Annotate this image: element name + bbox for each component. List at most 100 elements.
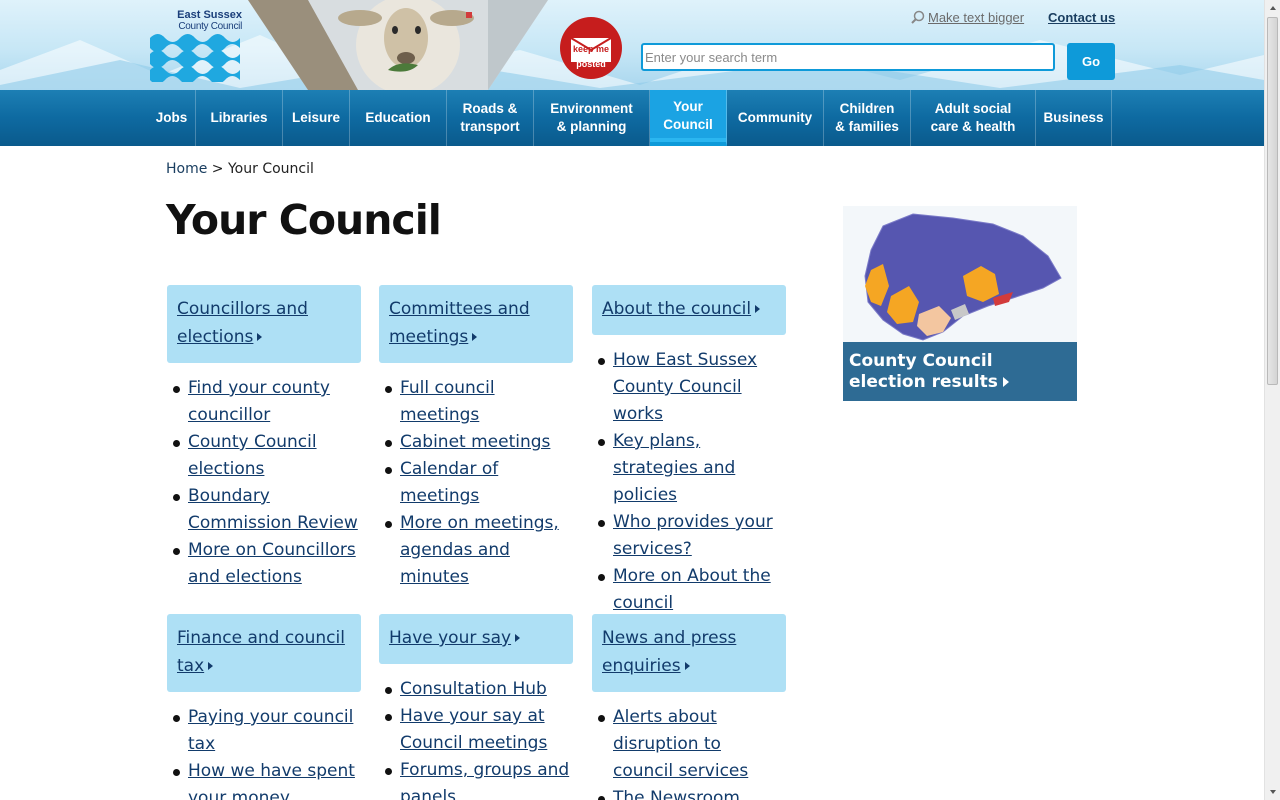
scrollbar-thumb[interactable] — [1267, 17, 1278, 385]
election-results-promo[interactable]: County Council election results — [843, 206, 1077, 401]
topic-link[interactable]: County Council elections — [188, 432, 317, 479]
scroll-up-button[interactable] — [1266, 0, 1280, 16]
topic-card: Have your say Consultation Hub Have your s… — [379, 614, 573, 800]
nav-items: Jobs Libraries Leisure Education Roads & tra… — [148, 90, 1112, 146]
search-go-button[interactable]: Go — [1067, 43, 1115, 80]
topic-card-title[interactable]: Have your say — [389, 628, 511, 648]
topic-link[interactable]: More on Councillors and elections — [188, 540, 356, 587]
breadcrumb: Home > Your Council — [166, 161, 314, 177]
breadcrumb-separator: > — [211, 161, 224, 177]
list-item: Forums, groups and panels — [379, 757, 573, 800]
nav-item[interactable]: Business — [1036, 90, 1112, 146]
topic-link[interactable]: How East Sussex County Council works — [613, 350, 757, 424]
breadcrumb-home-link[interactable]: Home — [166, 161, 207, 177]
topic-link[interactable]: Boundary Commission Review — [188, 486, 358, 533]
arrow-right-icon — [515, 634, 521, 642]
magnifier-icon — [911, 10, 925, 24]
logo-line-1: East Sussex — [177, 9, 242, 21]
topic-link-list: Full council meetings Cabinet meetings Cal… — [379, 375, 573, 591]
list-item: More on Councillors and elections — [167, 537, 361, 591]
list-item: Calendar of meetings — [379, 456, 573, 510]
topic-link[interactable]: Calendar of meetings — [400, 459, 498, 506]
list-item: Boundary Commission Review — [167, 483, 361, 537]
topic-link[interactable]: Who provides your services? — [613, 512, 773, 559]
topic-link[interactable]: Cabinet meetings — [400, 432, 550, 452]
arrow-down-icon — [1270, 790, 1276, 794]
vertical-scrollbar[interactable] — [1264, 0, 1280, 800]
topic-card: Councillors and elections Find your count… — [167, 285, 361, 591]
topic-link[interactable]: How we have spent your money — [188, 761, 355, 800]
badge-text-1: keep me — [573, 44, 609, 54]
topic-link[interactable]: Consultation Hub — [400, 679, 547, 699]
topic-card-heading[interactable]: Have your say — [379, 614, 573, 664]
topic-link[interactable]: Forums, groups and panels — [400, 760, 569, 800]
topic-card-title[interactable]: Councillors and elections — [177, 299, 308, 347]
topic-link[interactable]: The Newsroom — [613, 788, 740, 800]
nav-item[interactable]: Leisure — [283, 90, 350, 146]
nav-item[interactable]: Adult social care & health — [911, 90, 1036, 146]
election-results-label: County Council election results — [849, 351, 998, 392]
topic-link[interactable]: Paying your council tax — [188, 707, 353, 754]
arrow-right-icon — [208, 662, 214, 670]
list-item: Paying your council tax — [167, 704, 361, 758]
topic-card: About the council How East Sussex County … — [592, 285, 786, 617]
topic-card: Finance and council tax Paying your counc… — [167, 614, 361, 800]
search-input[interactable] — [641, 43, 1055, 71]
keep-me-posted-badge[interactable]: keep me posted — [559, 16, 623, 80]
list-item: More on meetings, agendas and minutes — [379, 510, 573, 591]
nav-item[interactable]: Your Council — [650, 90, 727, 146]
badge-text-2: posted — [576, 59, 606, 69]
nav-item[interactable]: Environment & planning — [534, 90, 650, 146]
list-item: More on About the council — [592, 563, 786, 617]
topic-link[interactable]: Alerts about disruption to council servi… — [613, 707, 748, 781]
scroll-down-button[interactable] — [1266, 784, 1280, 800]
topic-card-title[interactable]: Committees and meetings — [389, 299, 530, 347]
topic-link-list: Consultation Hub Have your say at Council… — [379, 676, 573, 800]
list-item: Consultation Hub — [379, 676, 573, 703]
topic-link[interactable]: More on About the council — [613, 566, 771, 613]
nav-item[interactable]: Roads & transport — [447, 90, 534, 146]
list-item: The Newsroom — [592, 785, 786, 800]
breadcrumb-current: Your Council — [227, 161, 314, 177]
topic-link[interactable]: Full council meetings — [400, 378, 495, 425]
list-item: Full council meetings — [379, 375, 573, 429]
site-header: East Sussex County Council keep me poste… — [0, 0, 1264, 90]
topic-card-heading[interactable]: About the council — [592, 285, 786, 335]
topic-link-list: Alerts about disruption to council servi… — [592, 704, 786, 800]
election-results-caption[interactable]: County Council election results — [843, 342, 1077, 401]
list-item: Alerts about disruption to council servi… — [592, 704, 786, 785]
arrow-right-icon — [472, 333, 478, 341]
list-item: How East Sussex County Council works — [592, 347, 786, 428]
main-navigation: Jobs Libraries Leisure Education Roads & tra… — [0, 90, 1264, 146]
topic-card-heading[interactable]: Councillors and elections — [167, 285, 361, 363]
nav-item[interactable]: Community — [727, 90, 824, 146]
list-item: Cabinet meetings — [379, 429, 573, 456]
nav-item[interactable]: Children & families — [824, 90, 911, 146]
topic-card-title[interactable]: News and press enquiries — [602, 628, 736, 676]
list-item: Who provides your services? — [592, 509, 786, 563]
nav-item[interactable]: Education — [350, 90, 447, 146]
topic-link-list: How East Sussex County Council works Key … — [592, 347, 786, 617]
arrow-right-icon — [684, 662, 690, 670]
topic-link[interactable]: More on meetings, agendas and minutes — [400, 513, 559, 587]
page-title: Your Council — [166, 196, 442, 244]
topic-card-title[interactable]: Finance and council tax — [177, 628, 345, 676]
topic-card-heading[interactable]: Finance and council tax — [167, 614, 361, 692]
nav-item[interactable]: Libraries — [196, 90, 283, 146]
topic-link[interactable]: Key plans, strategies and policies — [613, 431, 735, 505]
topic-link-list: Find your county councillor County Counci… — [167, 375, 361, 591]
topic-card-title[interactable]: About the council — [602, 299, 751, 319]
make-text-bigger-link[interactable]: Make text bigger — [911, 10, 1024, 25]
topic-card: Committees and meetings Full council meet… — [379, 285, 573, 591]
topic-link-list: Paying your council tax How we have spent… — [167, 704, 361, 800]
list-item: Key plans, strategies and policies — [592, 428, 786, 509]
list-item: Have your say at Council meetings — [379, 703, 573, 757]
topic-link[interactable]: Have your say at Council meetings — [400, 706, 547, 753]
topic-card-heading[interactable]: News and press enquiries — [592, 614, 786, 692]
contact-us-link[interactable]: Contact us — [1048, 10, 1115, 25]
list-item: County Council elections — [167, 429, 361, 483]
logo-text: East Sussex County Council — [176, 9, 242, 33]
nav-item[interactable]: Jobs — [148, 90, 196, 146]
topic-link[interactable]: Find your county councillor — [188, 378, 330, 425]
topic-card-heading[interactable]: Committees and meetings — [379, 285, 573, 363]
